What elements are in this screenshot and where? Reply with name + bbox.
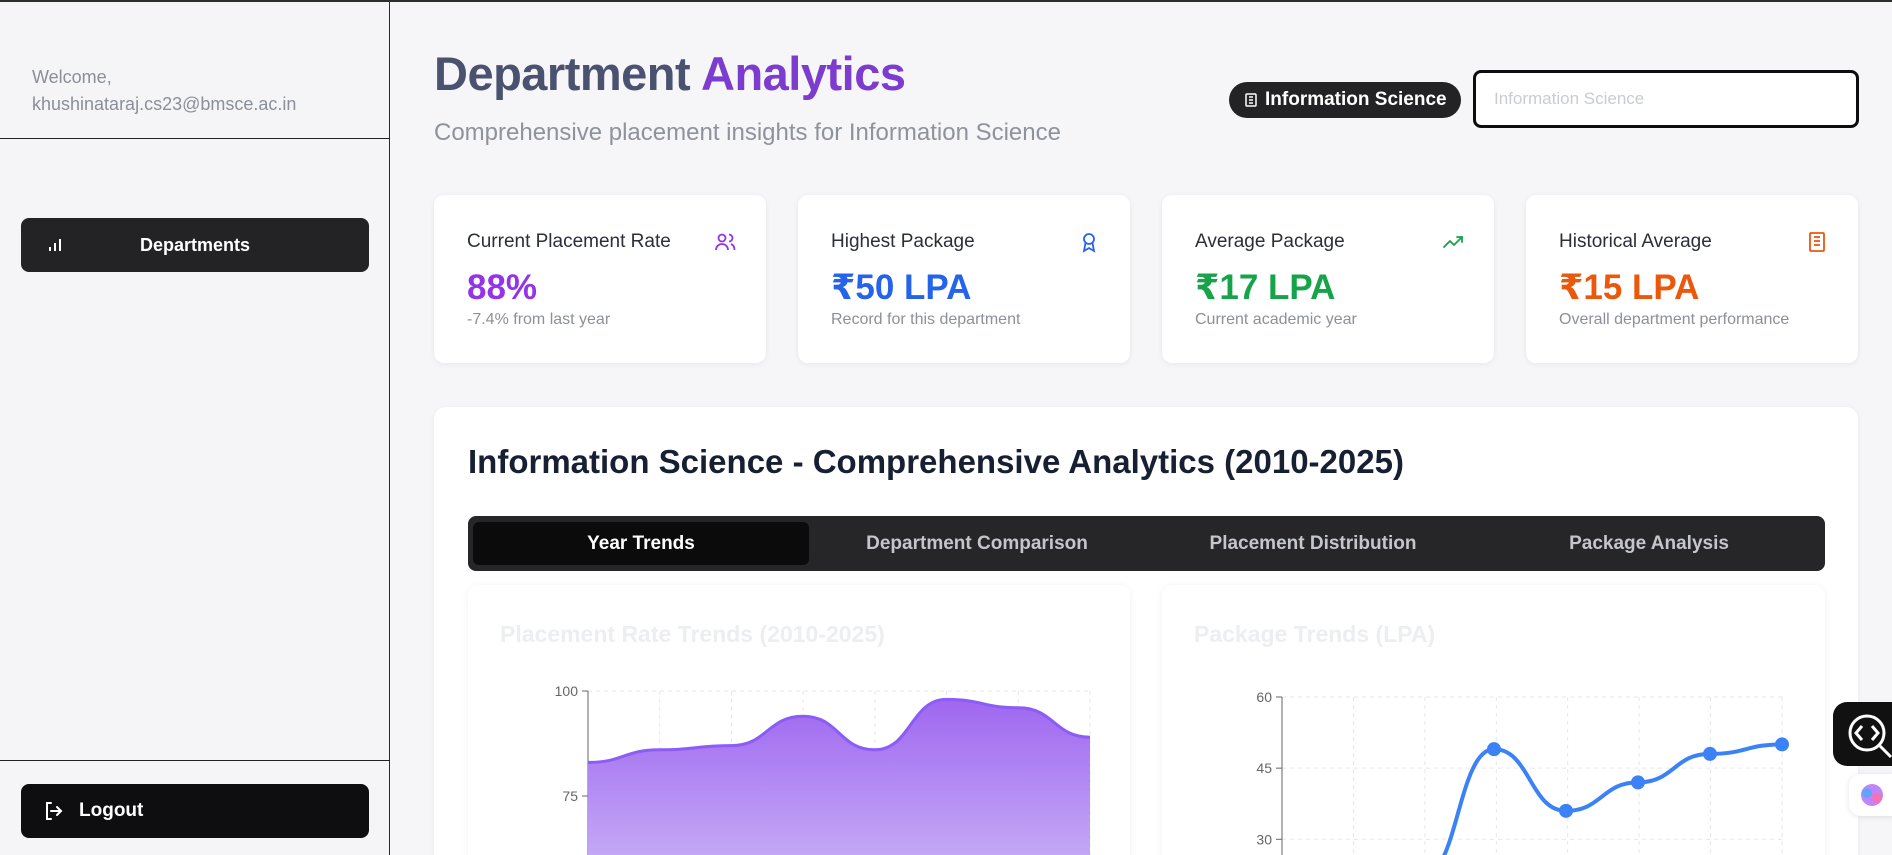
- welcome-label: Welcome,: [32, 67, 112, 87]
- title-part2: Analytics: [701, 47, 906, 100]
- stat-subtext: Overall department performance: [1559, 311, 1790, 328]
- building-icon: [1245, 93, 1257, 107]
- stat-card-highest-package: Highest Package ₹50 LPA Record for this …: [798, 195, 1130, 363]
- welcome-text: Welcome, khushinataraj.cs23@bmsce.ac.in: [32, 64, 372, 118]
- bar-chart-icon: [49, 239, 61, 251]
- stat-label: Highest Package: [831, 231, 975, 252]
- stat-label: Current Placement Rate: [467, 231, 671, 252]
- department-select[interactable]: Information Science: [1473, 70, 1859, 128]
- chart-svg: 100 75: [555, 683, 1091, 855]
- data-point[interactable]: [1631, 775, 1645, 790]
- stat-value: ₹50 LPA: [831, 268, 972, 307]
- sidebar-item-departments[interactable]: Departments: [21, 218, 369, 272]
- stat-label: Historical Average: [1559, 231, 1712, 252]
- placement-rate-chart: Placement Rate Trends (2010-2025) 100 75: [468, 585, 1130, 855]
- logout-label: Logout: [79, 800, 144, 821]
- stat-subtext: Current academic year: [1195, 311, 1357, 328]
- brain-icon: [1861, 784, 1883, 806]
- page-title: Department Analytics: [434, 46, 906, 101]
- chart-svg: 60 45 30: [1256, 689, 1789, 855]
- sidebar: Welcome, khushinataraj.cs23@bmsce.ac.in …: [0, 2, 390, 855]
- stat-card-historical-average: Historical Average ₹15 LPA Overall depar…: [1526, 195, 1858, 363]
- user-email: khushinataraj.cs23@bmsce.ac.in: [32, 94, 297, 114]
- sidebar-divider: [0, 760, 390, 761]
- data-point[interactable]: [1703, 746, 1717, 761]
- y-tick-label: 45: [1256, 760, 1272, 776]
- tab-placement-distribution[interactable]: Placement Distribution: [1145, 522, 1481, 565]
- department-badge: Information Science: [1229, 82, 1461, 118]
- department-badge-label: Information Science: [1265, 89, 1447, 110]
- y-tick-label: 60: [1256, 689, 1272, 705]
- tab-package-analysis[interactable]: Package Analysis: [1481, 522, 1817, 565]
- tab-year-trends[interactable]: Year Trends: [473, 522, 809, 565]
- analytics-title: Information Science - Comprehensive Anal…: [468, 443, 1404, 480]
- stat-value: ₹17 LPA: [1195, 268, 1336, 307]
- package-trend-chart: Package Trends (LPA) 60 45 30: [1162, 585, 1825, 855]
- code-search-button[interactable]: [1833, 702, 1892, 766]
- building-icon: [1809, 232, 1825, 252]
- award-icon: [1082, 233, 1096, 253]
- stat-value: ₹15 LPA: [1559, 268, 1700, 307]
- y-tick-label: 30: [1256, 831, 1272, 847]
- stat-subtext: -7.4% from last year: [467, 311, 611, 328]
- stat-card-average-package: Average Package ₹17 LPA Current academic…: [1162, 195, 1494, 363]
- data-point[interactable]: [1559, 803, 1573, 818]
- data-point[interactable]: [1775, 737, 1789, 752]
- logout-button[interactable]: Logout: [21, 784, 369, 838]
- series-line: [1442, 742, 1783, 855]
- y-tick-label: 75: [562, 788, 578, 804]
- stat-label: Average Package: [1195, 231, 1345, 252]
- ai-assistant-button[interactable]: [1849, 774, 1892, 816]
- data-point[interactable]: [1487, 742, 1501, 757]
- users-icon: [715, 233, 736, 251]
- code-search-icon: [1848, 714, 1892, 759]
- area-fill: [588, 699, 1090, 855]
- stat-subtext: Record for this department: [831, 311, 1021, 328]
- title-part1: Department: [434, 47, 691, 100]
- stat-value: 88%: [467, 268, 538, 307]
- tab-department-comparison[interactable]: Department Comparison: [809, 522, 1145, 565]
- stat-card-placement-rate: Current Placement Rate 88% -7.4% from la…: [434, 195, 766, 363]
- page-subtitle: Comprehensive placement insights for Inf…: [434, 119, 1061, 146]
- logout-icon: [46, 802, 63, 820]
- analytics-tabs: Year Trends Department Comparison Placem…: [468, 516, 1825, 571]
- department-select-placeholder: Information Science: [1494, 89, 1645, 108]
- sidebar-divider: [0, 138, 390, 139]
- y-tick-label: 100: [555, 683, 579, 699]
- sidebar-item-label: Departments: [139, 234, 251, 255]
- trending-up-icon: [1443, 236, 1463, 248]
